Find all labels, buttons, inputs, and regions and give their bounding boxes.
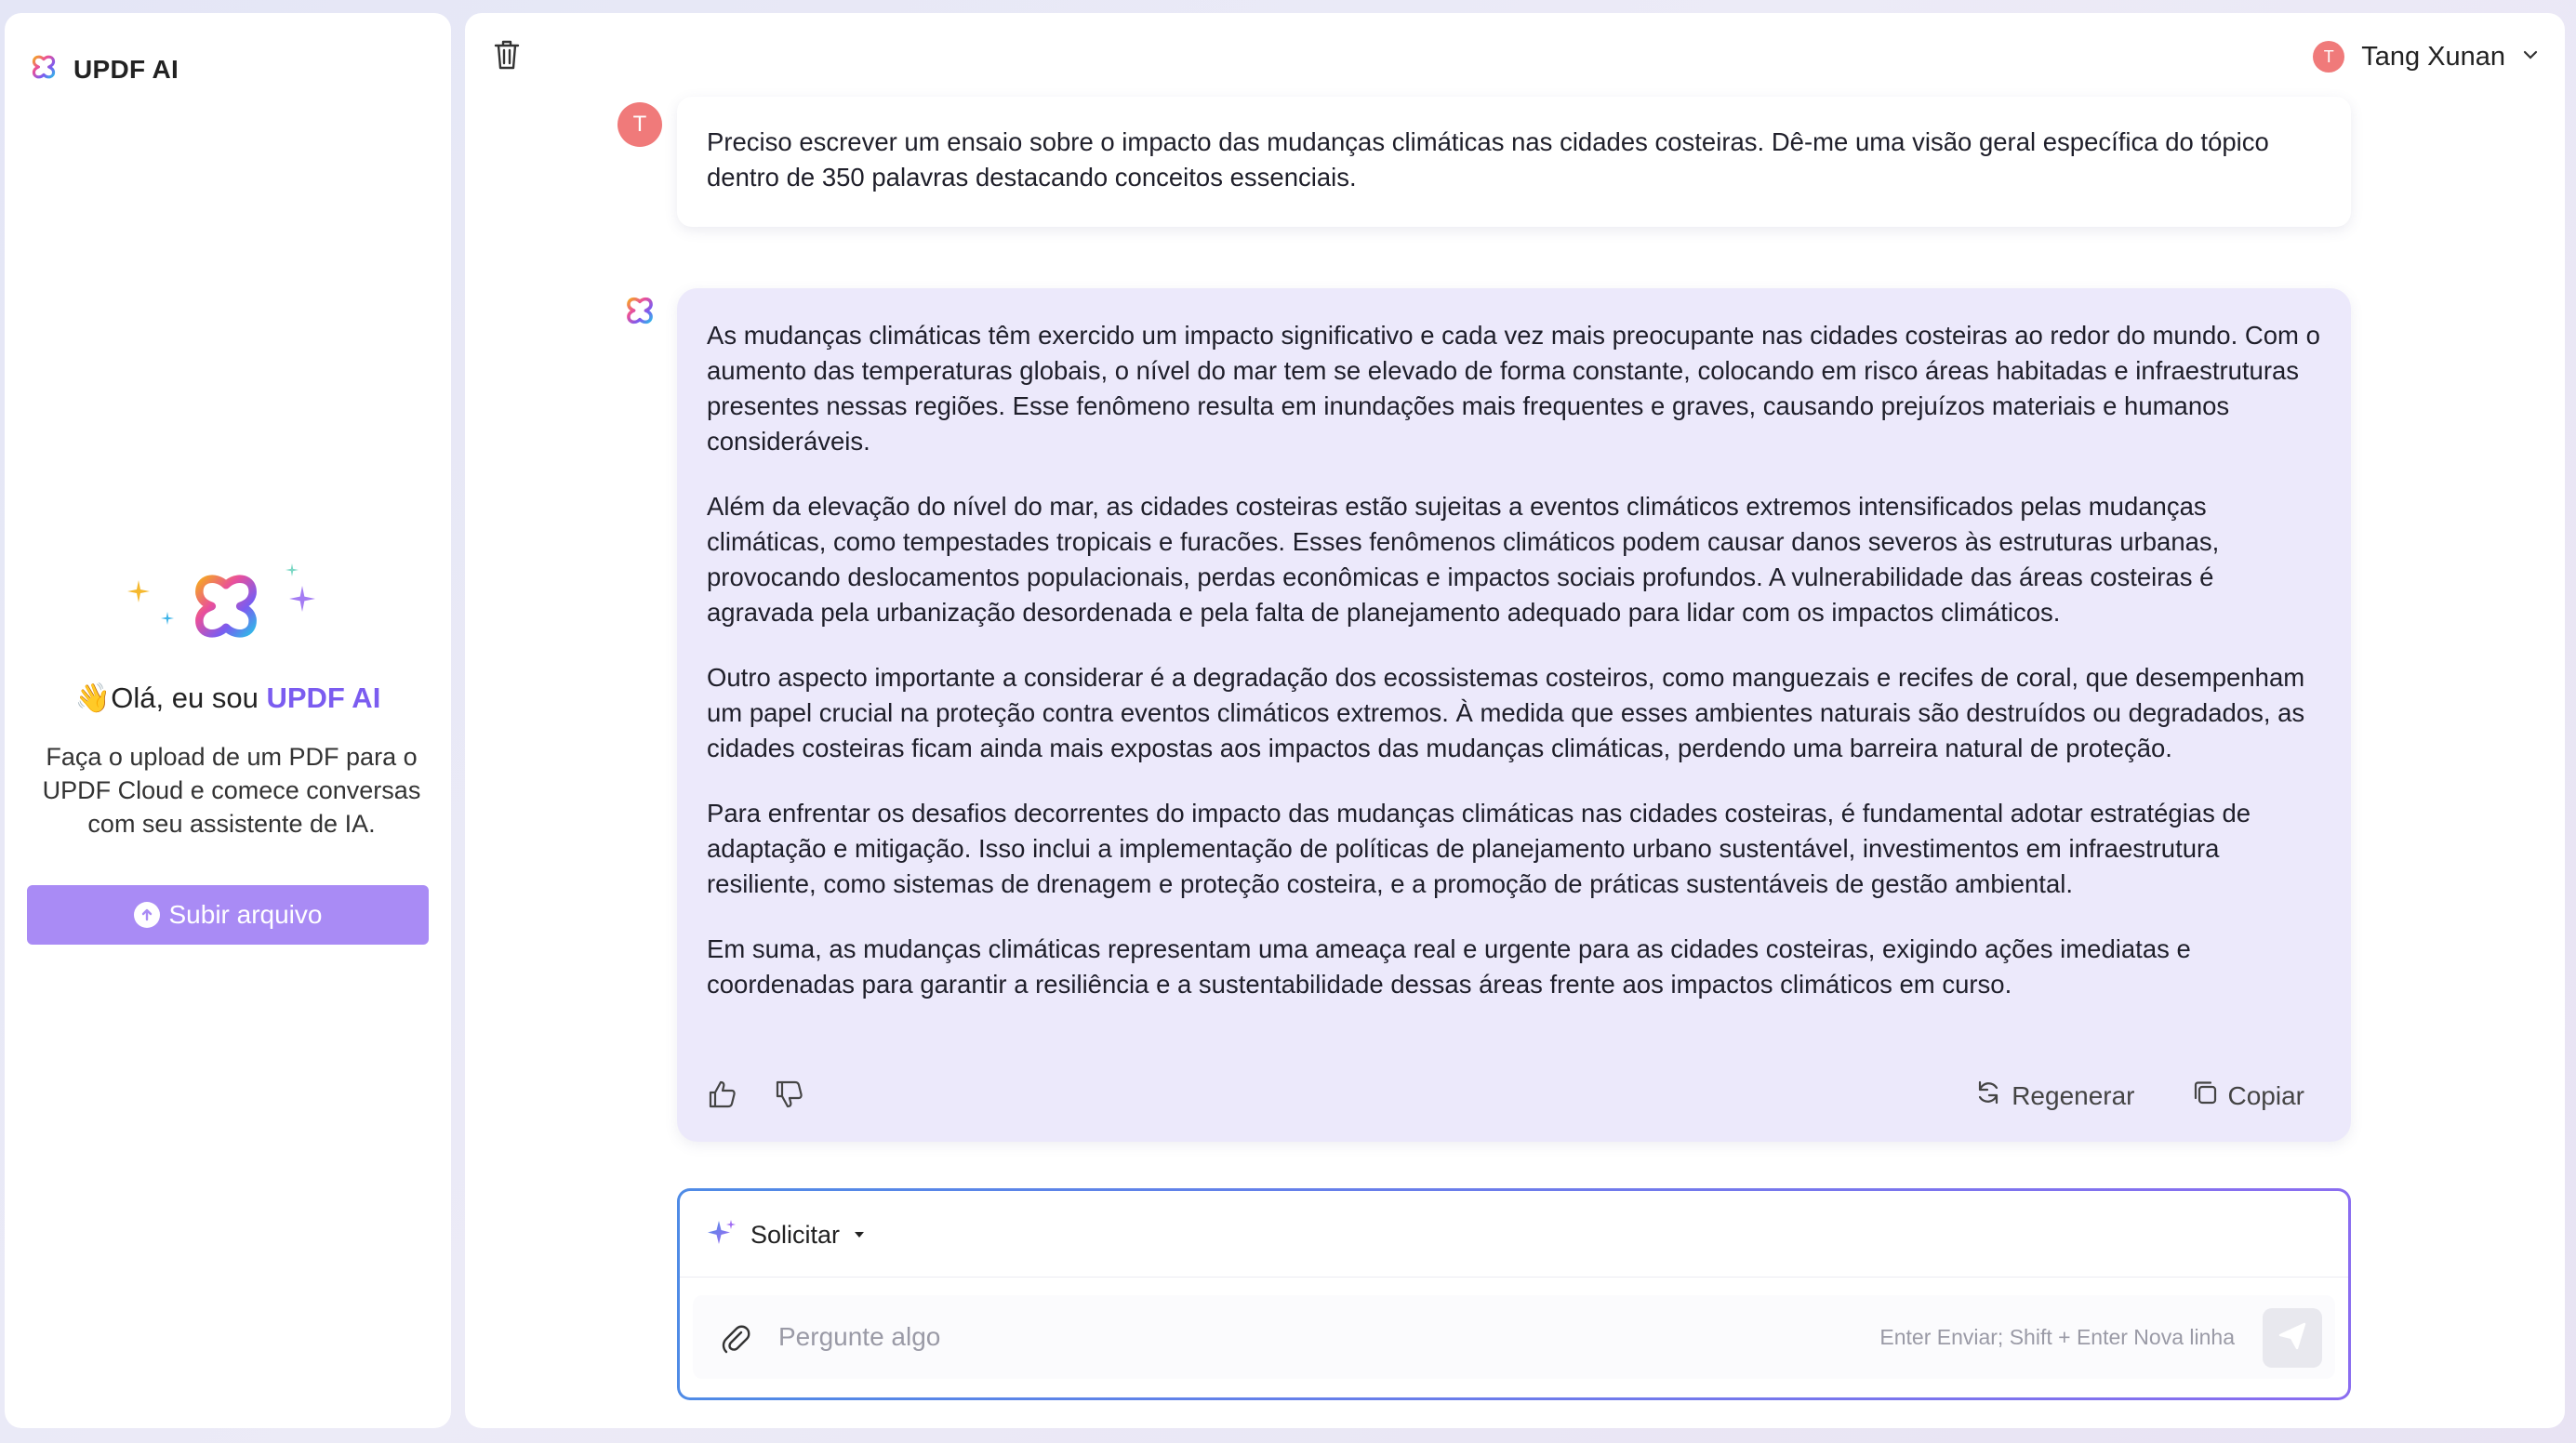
ai-paragraph: As mudanças climáticas têm exercido um i… bbox=[707, 321, 2320, 456]
caret-down-icon bbox=[853, 1227, 866, 1244]
upload-file-label: Subir arquivo bbox=[168, 900, 323, 929]
sparkle-icon bbox=[706, 1217, 737, 1253]
avatar: T bbox=[2313, 41, 2345, 73]
copy-icon bbox=[2191, 1079, 2219, 1113]
sparkle-icon bbox=[285, 563, 299, 576]
sidebar: UPDF AI 👋Olá, eu sou UPDF AI Faça o uplo… bbox=[5, 13, 451, 1428]
message-actions: Regenerar Copiar bbox=[707, 1079, 2304, 1116]
thumbs-up-icon[interactable] bbox=[707, 1079, 738, 1110]
user-message-text: Preciso escrever um ensaio sobre o impac… bbox=[707, 127, 2269, 192]
intro-text: Faça o upload de um PDF para o UPDF Clou… bbox=[42, 743, 421, 838]
ai-paragraph: Além da elevação do nível do mar, as cid… bbox=[707, 492, 2220, 627]
wave-emoji: 👋 bbox=[74, 682, 112, 714]
ai-paragraph: Outro aspecto importante a considerar é … bbox=[707, 663, 2305, 762]
welcome-illustration bbox=[5, 552, 451, 664]
user-message: Preciso escrever um ensaio sobre o impac… bbox=[677, 97, 2351, 227]
thumbs-down-icon[interactable] bbox=[774, 1079, 805, 1110]
paperclip-icon[interactable] bbox=[719, 1323, 752, 1361]
composer-divider bbox=[680, 1277, 2348, 1278]
greeting-prefix: Olá, eu sou bbox=[111, 682, 267, 714]
ai-paragraph: Em suma, as mudanças climáticas represen… bbox=[707, 934, 2191, 999]
input-area: Enter Enviar; Shift + Enter Nova linha bbox=[693, 1295, 2335, 1379]
ai-message: As mudanças climáticas têm exercido um i… bbox=[677, 288, 2351, 1142]
send-icon bbox=[2277, 1320, 2308, 1357]
trash-icon[interactable] bbox=[493, 39, 521, 75]
keyboard-hint: Enter Enviar; Shift + Enter Nova linha bbox=[1879, 1325, 2235, 1349]
brand[interactable]: UPDF AI bbox=[31, 54, 179, 85]
refresh-icon bbox=[1974, 1079, 2002, 1113]
greeting: 👋Olá, eu sou UPDF AI bbox=[5, 681, 451, 715]
user-menu[interactable]: T Tang Xunan bbox=[2313, 41, 2539, 73]
user-message-avatar: T bbox=[617, 102, 662, 147]
updf-logo-icon bbox=[31, 54, 57, 85]
upload-file-button[interactable]: Subir arquivo bbox=[27, 885, 429, 945]
user-name: Tang Xunan bbox=[2361, 41, 2505, 72]
composer: Solicitar Enter Enviar; Shift + Enter No… bbox=[677, 1188, 2351, 1400]
updf-logo-icon bbox=[191, 571, 261, 646]
upload-icon bbox=[133, 902, 160, 928]
greeting-brand: UPDF AI bbox=[266, 682, 381, 714]
app-title: UPDF AI bbox=[73, 54, 179, 84]
sparkle-icon bbox=[161, 612, 174, 625]
send-button[interactable] bbox=[2263, 1308, 2322, 1368]
updf-logo-icon bbox=[625, 296, 655, 330]
chat-panel: T Tang Xunan T Preciso escrever um ensai… bbox=[465, 13, 2565, 1428]
prompt-selector[interactable]: Solicitar bbox=[706, 1217, 866, 1253]
regenerate-button[interactable]: Regenerar bbox=[1974, 1079, 2135, 1113]
sparkle-icon bbox=[127, 580, 150, 602]
regenerate-label: Regenerar bbox=[2012, 1080, 2135, 1110]
ai-paragraph: Para enfrentar os desafios decorrentes d… bbox=[707, 799, 2251, 898]
copy-label: Copiar bbox=[2227, 1080, 2304, 1110]
copy-button[interactable]: Copiar bbox=[2191, 1079, 2304, 1113]
prompt-label: Solicitar bbox=[750, 1221, 841, 1249]
chevron-down-icon bbox=[2522, 48, 2539, 65]
chat-input[interactable] bbox=[777, 1308, 1803, 1366]
sparkle-icon bbox=[289, 586, 315, 612]
